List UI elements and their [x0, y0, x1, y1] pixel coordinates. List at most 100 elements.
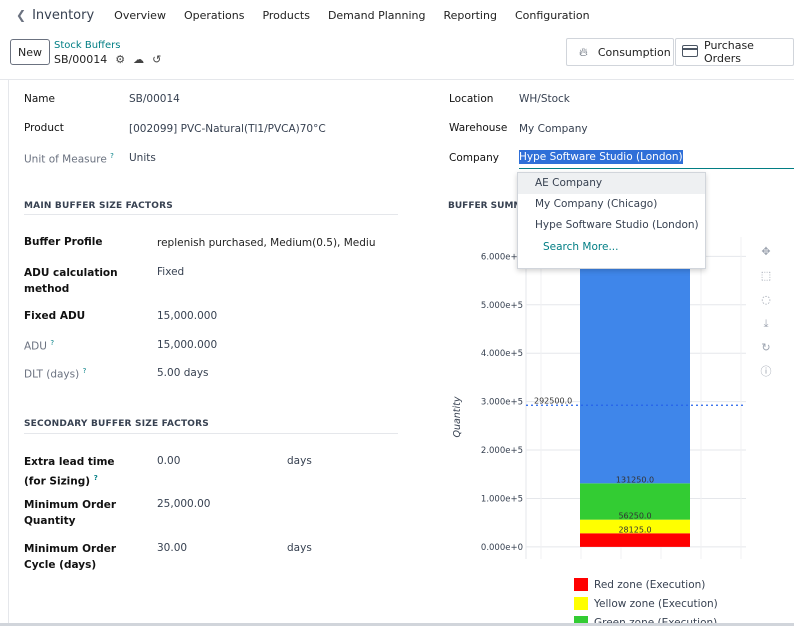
breadcrumb: Stock Buffers SB/00014 ⚙ ☁ ↺ [54, 40, 161, 66]
bar-segment [580, 533, 690, 547]
y-tick-label: 4.000e+5 [481, 349, 523, 359]
chart-modebar: ✥ ⬚ ◌ ⤓ ↻ ⓘ [754, 240, 778, 384]
dropdown-option-my-company-chicago[interactable]: My Company (Chicago) [518, 194, 705, 215]
bar-data-label: 56250.0 [618, 512, 651, 521]
app-title: Inventory [32, 7, 95, 23]
undo-icon[interactable]: ↺ [152, 53, 161, 66]
help-icon[interactable]: ? [50, 339, 54, 347]
uom-label: Unit of Measure ? [24, 152, 114, 166]
buffer-profile-label: Buffer Profile [24, 236, 103, 248]
menu-configuration[interactable]: Configuration [515, 9, 590, 22]
main-factors-title: MAIN BUFFER SIZE FACTORS [24, 201, 173, 211]
chart-legend: Red zone (Execution) Yellow zone (Execut… [574, 575, 718, 626]
extra-lead-label-text: Extra lead time (for Sizing) [24, 456, 115, 488]
adu-label-text: ADU [24, 340, 47, 353]
zoom-icon[interactable]: ⬚ [754, 264, 778, 288]
reset-icon[interactable]: ↻ [754, 336, 778, 360]
y-axis-label: Quantity [452, 396, 463, 437]
min-cycle-unit: days [287, 542, 312, 554]
adu-label: ADU ? [24, 339, 54, 353]
legend-swatch [574, 578, 588, 591]
location-label: Location [449, 93, 494, 105]
fixed-adu-value[interactable]: 15,000.000 [157, 310, 217, 322]
uom-label-text: Unit of Measure [24, 153, 107, 166]
menu-operations[interactable]: Operations [184, 9, 244, 22]
help-icon[interactable]: ? [83, 367, 87, 375]
company-label: Company [449, 152, 499, 164]
company-input[interactable]: Hype Software Studio (London) [519, 150, 794, 169]
legend-item-yellow[interactable]: Yellow zone (Execution) [574, 594, 718, 613]
app-name[interactable]: ❮ Inventory [16, 8, 94, 23]
menu-overview[interactable]: Overview [114, 9, 166, 22]
menu-reporting[interactable]: Reporting [443, 9, 496, 22]
bar-data-label: 28125.0 [618, 525, 651, 534]
min-qty-value[interactable]: 25,000.00 [157, 498, 210, 510]
name-label: Name [24, 93, 55, 105]
cloud-upload-icon[interactable]: ☁ [133, 53, 144, 66]
legend-label: Yellow zone (Execution) [594, 597, 718, 610]
dropdown-option-ae-company[interactable]: AE Company [518, 173, 705, 194]
consumption-button[interactable]: 🔥︎ Consumption [566, 38, 674, 66]
uom-value: Units [129, 152, 156, 164]
lasso-icon[interactable]: ◌ [754, 288, 778, 312]
product-value[interactable]: [002099] PVC-Natural(Tl1/PVCA)70°C [129, 123, 326, 135]
help-icon[interactable]: ? [94, 474, 98, 482]
dlt-label: DLT (days) ? [24, 367, 86, 381]
min-cycle-value[interactable]: 30.00 [157, 542, 187, 554]
company-dropdown: AE Company My Company (Chicago) Hype Sof… [517, 172, 706, 269]
dlt-label-text: DLT (days) [24, 368, 80, 381]
main-menu: Overview Operations Products Demand Plan… [114, 9, 607, 22]
legend-label: Red zone (Execution) [594, 578, 706, 591]
control-panel: New Stock Buffers SB/00014 ⚙ ☁ ↺ 🔥︎ Cons… [0, 30, 794, 80]
fixed-adu-label: Fixed ADU [24, 310, 86, 322]
y-tick-label: 0.000e+0 [481, 543, 523, 553]
legend-swatch [574, 597, 588, 610]
menu-demand-planning[interactable]: Demand Planning [328, 9, 426, 22]
product-label: Product [24, 122, 64, 134]
purchase-orders-label: Purchase Orders [704, 39, 754, 65]
secondary-factors-title: SECONDARY BUFFER SIZE FACTORS [24, 419, 209, 429]
bar-segment [580, 237, 690, 484]
company-input-value: Hype Software Studio (London) [519, 150, 683, 164]
y-tick-label: 2.000e+5 [481, 446, 523, 456]
gear-icon[interactable]: ⚙ [115, 53, 125, 66]
adu-calc-label: ADU calculation method [24, 267, 118, 295]
breadcrumb-parent[interactable]: Stock Buffers [54, 40, 161, 51]
extra-lead-unit: days [287, 455, 312, 467]
download-icon[interactable]: ⤓ [754, 312, 778, 336]
bar-data-label: 131250.0 [616, 475, 654, 484]
chevron-left-icon: ❮ [16, 8, 27, 22]
section-divider [24, 433, 398, 434]
menu-products[interactable]: Products [262, 9, 310, 22]
credit-card-icon [682, 44, 698, 60]
warehouse-label: Warehouse [449, 122, 508, 134]
section-divider [24, 214, 398, 215]
dropdown-search-more[interactable]: Search More... [518, 236, 705, 258]
legend-item-red[interactable]: Red zone (Execution) [574, 575, 718, 594]
location-value[interactable]: WH/Stock [519, 93, 570, 105]
y-tick-label: 5.000e+5 [481, 301, 523, 311]
dropdown-option-hype-software[interactable]: Hype Software Studio (London) [518, 215, 705, 236]
min-cycle-label: Minimum Order Cycle (days) [24, 543, 117, 571]
extra-lead-value[interactable]: 0.00 [157, 455, 180, 467]
warehouse-value[interactable]: My Company [519, 123, 588, 135]
new-button[interactable]: New [10, 39, 50, 65]
purchase-orders-button[interactable]: Purchase Orders [675, 38, 794, 66]
help-icon[interactable]: ? [110, 152, 114, 160]
reference-line-label: 292500.0 [534, 396, 572, 405]
name-value[interactable]: SB/00014 [129, 93, 180, 105]
adu-calc-value[interactable]: Fixed [157, 266, 184, 278]
consumption-label: Consumption [597, 45, 671, 59]
info-icon[interactable]: ⓘ [754, 360, 778, 384]
top-navbar: ❮ Inventory Overview Operations Products… [0, 0, 794, 30]
buffer-profile-value[interactable]: replenish purchased, Medium(0.5), Mediu [157, 237, 375, 249]
extra-lead-label: Extra lead time (for Sizing) ? [24, 454, 134, 490]
buffer-chart: 0.000e+0 1.000e+5 2.000e+5 3.000e+5 4.000e+5… [452, 237, 746, 559]
min-qty-label: Minimum Order Quantity [24, 499, 117, 527]
dlt-value: 5.00 days [157, 367, 209, 379]
adu-value: 15,000.000 [157, 339, 218, 351]
buffer-summary-title: BUFFER SUMM [448, 201, 523, 211]
y-tick-label: 1.000e+5 [481, 494, 523, 504]
pan-icon[interactable]: ✥ [754, 240, 778, 264]
breadcrumb-current: SB/00014 [54, 53, 108, 66]
